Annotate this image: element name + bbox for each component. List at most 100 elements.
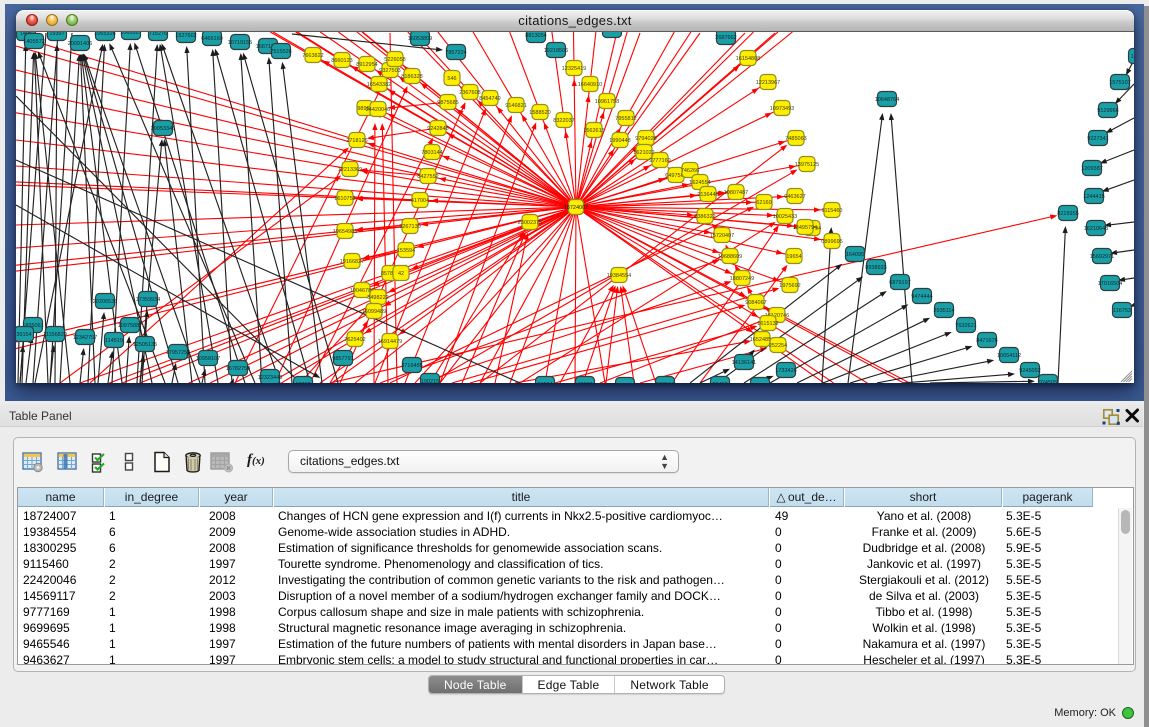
- svg-text:1990448: 1990448: [609, 138, 630, 144]
- svg-text:92450: 92450: [712, 382, 727, 383]
- svg-text:8454749: 8454749: [479, 96, 500, 102]
- svg-text:17016504: 17016504: [1098, 281, 1122, 287]
- svg-text:8660123: 8660123: [331, 58, 352, 64]
- svg-text:1405572: 1405572: [23, 39, 44, 45]
- svg-text:20091406: 20091406: [68, 41, 92, 47]
- svg-text:161538: 161538: [603, 32, 621, 34]
- svg-text:9327503: 9327503: [379, 68, 400, 74]
- svg-text:1621022: 1621022: [633, 150, 654, 156]
- svg-text:1244415: 1244415: [1083, 194, 1104, 200]
- svg-text:12325419: 12325419: [562, 66, 586, 72]
- svg-text:12342757: 12342757: [73, 335, 97, 341]
- svg-text:10648764: 10648764: [875, 97, 899, 103]
- svg-text:2935114: 2935114: [933, 308, 954, 314]
- svg-text:2718126: 2718126: [346, 138, 367, 144]
- svg-text:1065326: 1065326: [94, 32, 115, 37]
- svg-text:16914479: 16914479: [378, 339, 402, 345]
- svg-text:1209387: 1209387: [1081, 166, 1102, 172]
- svg-text:12213967: 12213967: [756, 80, 780, 86]
- svg-text:17957253: 17957253: [166, 350, 190, 356]
- svg-text:1975692: 1975692: [779, 283, 800, 289]
- svg-text:7632621: 7632621: [955, 323, 976, 329]
- svg-text:9875685: 9875685: [437, 100, 458, 106]
- svg-text:20206536: 20206536: [93, 299, 117, 305]
- svg-text:62160: 62160: [756, 200, 771, 206]
- svg-text:12923: 12923: [295, 382, 310, 383]
- svg-text:16640910: 16640910: [578, 82, 602, 88]
- svg-text:18724007: 18724007: [564, 205, 588, 211]
- svg-text:9129966: 9129966: [1097, 108, 1118, 114]
- svg-text:19166827: 19166827: [340, 259, 364, 265]
- svg-text:7803144: 7803144: [421, 150, 442, 156]
- svg-text:20053346: 20053346: [151, 126, 175, 132]
- svg-text:164095: 164095: [846, 252, 864, 258]
- svg-text:10025433: 10025433: [773, 214, 797, 220]
- svg-text:116753: 116753: [1113, 308, 1131, 314]
- svg-text:14136141: 14136141: [732, 360, 756, 366]
- svg-text:23002375: 23002375: [518, 220, 542, 226]
- svg-text:19384554: 19384554: [607, 273, 631, 279]
- svg-text:3716485: 3716485: [401, 363, 422, 369]
- svg-text:2136446: 2136446: [697, 192, 718, 198]
- svg-text:715276: 715276: [149, 32, 167, 37]
- svg-text:190215: 190215: [421, 379, 439, 383]
- svg-text:10719155: 10719155: [228, 40, 252, 46]
- svg-text:8912954: 8912954: [356, 62, 377, 68]
- svg-text:9084067: 9084067: [745, 300, 766, 306]
- svg-text:19218506: 19218506: [544, 48, 568, 54]
- svg-text:1065327: 1065327: [120, 32, 141, 36]
- svg-text:11156829: 11156829: [43, 332, 67, 338]
- svg-text:16543382: 16543382: [367, 82, 391, 88]
- svg-text:746266: 746266: [681, 168, 699, 174]
- svg-text:9794028: 9794028: [635, 136, 656, 142]
- svg-text:1624554: 1624554: [689, 180, 710, 186]
- svg-text:9463627: 9463627: [784, 194, 805, 200]
- svg-text:42: 42: [398, 271, 404, 277]
- svg-text:15692971: 15692971: [1090, 254, 1114, 260]
- svg-text:16210643: 16210643: [1084, 226, 1108, 232]
- svg-text:19654: 19654: [786, 254, 801, 260]
- svg-text:10688609: 10688609: [718, 254, 742, 260]
- svg-text:19654983: 19654983: [333, 229, 357, 235]
- svg-text:7857224: 7857224: [445, 50, 466, 56]
- svg-text:10807487: 10807487: [724, 190, 748, 196]
- svg-text:9777169: 9777169: [649, 158, 670, 164]
- svg-text:252254: 252254: [769, 343, 787, 349]
- svg-text:10654112: 10654112: [997, 353, 1021, 359]
- svg-text:5226058: 5226058: [384, 57, 405, 63]
- svg-text:15720407: 15720407: [710, 233, 734, 239]
- svg-text:10961758: 10961758: [595, 99, 619, 105]
- svg-text:7625402: 7625402: [344, 337, 365, 343]
- svg-text:43523: 43523: [577, 382, 592, 383]
- svg-text:114519: 114519: [105, 338, 123, 344]
- svg-text:17359934: 17359934: [136, 297, 160, 303]
- svg-text:1588520: 1588520: [529, 110, 550, 116]
- svg-text:12213369: 12213369: [338, 167, 362, 173]
- svg-text:7955812: 7955812: [615, 116, 636, 122]
- svg-text:9115460: 9115460: [821, 208, 842, 214]
- svg-text:8471676: 8471676: [976, 338, 997, 344]
- svg-text:13975125: 13975125: [795, 162, 819, 168]
- svg-text:10973493: 10973493: [770, 106, 794, 112]
- svg-text:16053809: 16053809: [408, 36, 432, 42]
- svg-text:0899695: 0899695: [821, 239, 842, 245]
- svg-text:10975887: 10975887: [118, 323, 142, 329]
- svg-text:8215955: 8215955: [1057, 211, 1078, 217]
- svg-text:3267130: 3267130: [399, 224, 420, 230]
- svg-text:8427552: 8427552: [417, 174, 438, 180]
- svg-text:417004: 417004: [411, 198, 429, 204]
- svg-text:546: 546: [447, 76, 456, 82]
- svg-text:2367608: 2367608: [459, 90, 480, 96]
- svg-text:10234: 10234: [537, 382, 552, 383]
- svg-text:7515526: 7515526: [270, 49, 291, 55]
- svg-text:39154: 39154: [16, 332, 31, 338]
- svg-text:153594: 153594: [397, 248, 415, 254]
- svg-text:6466160: 6466160: [201, 36, 222, 42]
- svg-text:24420046: 24420046: [366, 107, 390, 113]
- svg-text:1733426: 1733426: [775, 368, 796, 374]
- svg-text:12323448: 12323448: [258, 375, 282, 381]
- svg-text:9857791: 9857791: [332, 356, 353, 362]
- svg-text:16099489: 16099489: [362, 309, 386, 315]
- svg-text:8938923: 8938923: [865, 265, 886, 271]
- svg-text:9146821: 9146821: [505, 103, 526, 109]
